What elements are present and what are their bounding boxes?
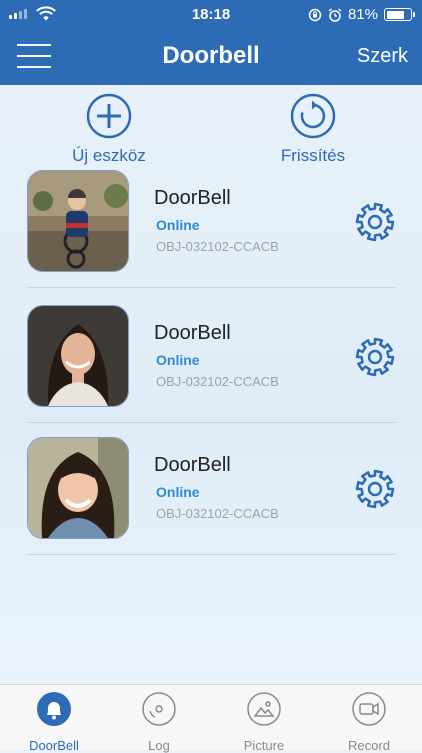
tab-label: DoorBell bbox=[29, 738, 79, 753]
tab-record[interactable]: Record bbox=[319, 691, 419, 753]
device-status: Online bbox=[156, 217, 200, 233]
alarm-icon bbox=[328, 7, 342, 22]
orientation-lock-icon bbox=[308, 8, 322, 21]
device-name: DoorBell bbox=[154, 454, 231, 476]
device-photo bbox=[27, 305, 129, 407]
video-icon bbox=[352, 692, 386, 726]
device-name: DoorBell bbox=[154, 187, 231, 209]
device-row[interactable]: DoorBell Online OBJ-032102-CCACB bbox=[0, 305, 422, 435]
device-status: Online bbox=[156, 352, 200, 368]
edit-button[interactable]: Szerk bbox=[357, 45, 408, 68]
tab-picture[interactable]: Picture bbox=[214, 691, 314, 753]
device-uid: OBJ-032102-CCACB bbox=[156, 239, 279, 254]
disc-icon bbox=[142, 692, 176, 726]
tab-label: Record bbox=[348, 738, 390, 753]
device-settings-gear-icon[interactable] bbox=[354, 468, 396, 510]
device-uid: OBJ-032102-CCACB bbox=[156, 506, 279, 521]
nav-bar: Doorbell Szerk bbox=[0, 30, 422, 85]
tab-doorbell[interactable]: DoorBell bbox=[4, 691, 104, 753]
row-divider bbox=[27, 422, 396, 423]
device-photo bbox=[27, 437, 129, 539]
device-row[interactable]: DoorBell Online OBJ-032102-CCACB bbox=[0, 170, 422, 300]
add-device-button[interactable]: Új eszköz bbox=[49, 93, 169, 166]
add-circle-icon bbox=[86, 93, 132, 139]
tab-log[interactable]: Log bbox=[109, 691, 209, 753]
device-uid: OBJ-032102-CCACB bbox=[156, 374, 279, 389]
device-row[interactable]: DoorBell Online OBJ-032102-CCACB bbox=[0, 437, 422, 567]
image-icon bbox=[247, 692, 281, 726]
battery-icon bbox=[384, 8, 415, 21]
status-bar: 18:18 81% bbox=[0, 0, 422, 30]
row-divider bbox=[27, 554, 396, 555]
add-device-label: Új eszköz bbox=[72, 146, 146, 165]
device-name: DoorBell bbox=[154, 322, 231, 344]
refresh-label: Frissítés bbox=[280, 146, 346, 165]
bell-icon bbox=[37, 692, 71, 726]
tab-label: Picture bbox=[243, 738, 285, 753]
refresh-icon bbox=[290, 93, 336, 139]
tab-label: Log bbox=[148, 738, 170, 753]
device-settings-gear-icon[interactable] bbox=[354, 336, 396, 378]
battery-percent: 81% bbox=[347, 6, 378, 23]
refresh-button[interactable]: Frissítés bbox=[253, 93, 373, 166]
tab-bar: DoorBell Log Picture Record bbox=[0, 684, 422, 753]
device-settings-gear-icon[interactable] bbox=[354, 201, 396, 243]
device-status: Online bbox=[156, 484, 200, 500]
row-divider bbox=[27, 287, 396, 288]
device-photo bbox=[27, 170, 129, 272]
device-list-area: Új eszköz Frissítés DoorBell Online OBJ-… bbox=[0, 85, 422, 684]
